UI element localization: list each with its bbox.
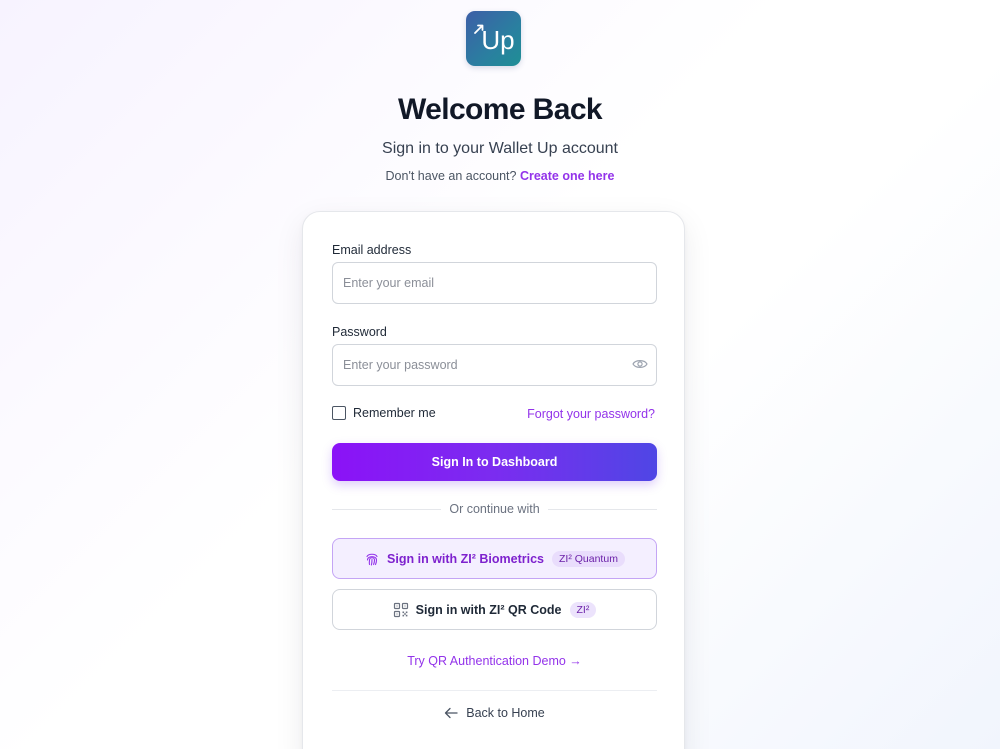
remember-me-label: Remember me: [353, 406, 436, 420]
page-title: Welcome Back: [397, 93, 603, 126]
create-account-link[interactable]: Create one here: [520, 169, 614, 183]
signup-prompt: Don't have an account? Create one here: [0, 169, 1000, 183]
password-input[interactable]: [332, 344, 657, 386]
divider-line-left: [332, 508, 442, 510]
zi2-badge: ZI²: [569, 601, 597, 618]
fingerprint-icon: [366, 553, 378, 566]
qr-button-label: Sign in with ZI² QR Code: [415, 602, 562, 617]
qr-code-sign-in-button[interactable]: Sign in with ZI² QR Code ZI²: [332, 589, 657, 630]
eye-icon[interactable]: [632, 358, 648, 370]
logo-text: Up: [481, 25, 514, 55]
wallet-up-logo: Up: [466, 11, 521, 66]
divider-line-right: [547, 508, 658, 510]
remember-me[interactable]: Remember me: [332, 406, 436, 420]
forgot-password-link[interactable]: Forgot your password?: [527, 407, 655, 421]
sign-in-button[interactable]: Sign In to Dashboard: [332, 443, 657, 481]
qr-code-icon: [393, 602, 408, 617]
divider-text: Or continue with: [449, 502, 540, 516]
signup-prompt-text: Don't have an account?: [385, 169, 517, 183]
remember-me-checkbox[interactable]: [332, 406, 346, 420]
email-label: Email address: [332, 243, 412, 257]
biometrics-button-label: Sign in with ZI² Biometrics: [387, 551, 544, 566]
email-input[interactable]: [332, 262, 657, 304]
quantum-badge: ZI² Quantum: [552, 550, 625, 567]
qr-demo-link[interactable]: Try QR Authentication Demo →: [303, 654, 686, 668]
page-subtitle: Sign in to your Wallet Up account: [382, 140, 618, 157]
login-card: Email address Password Remember me Forgo…: [302, 211, 685, 749]
card-divider: [332, 690, 657, 691]
password-label: Password: [332, 325, 387, 339]
back-to-home-label: Back to Home: [466, 706, 545, 720]
arrow-left-icon: [445, 707, 458, 719]
back-to-home-link[interactable]: Back to Home: [303, 706, 686, 720]
biometrics-sign-in-button[interactable]: Sign in with ZI² Biometrics ZI² Quantum: [332, 538, 657, 579]
wallet-up-logo-icon: Up: [474, 24, 515, 55]
or-divider: Or continue with: [332, 501, 658, 517]
